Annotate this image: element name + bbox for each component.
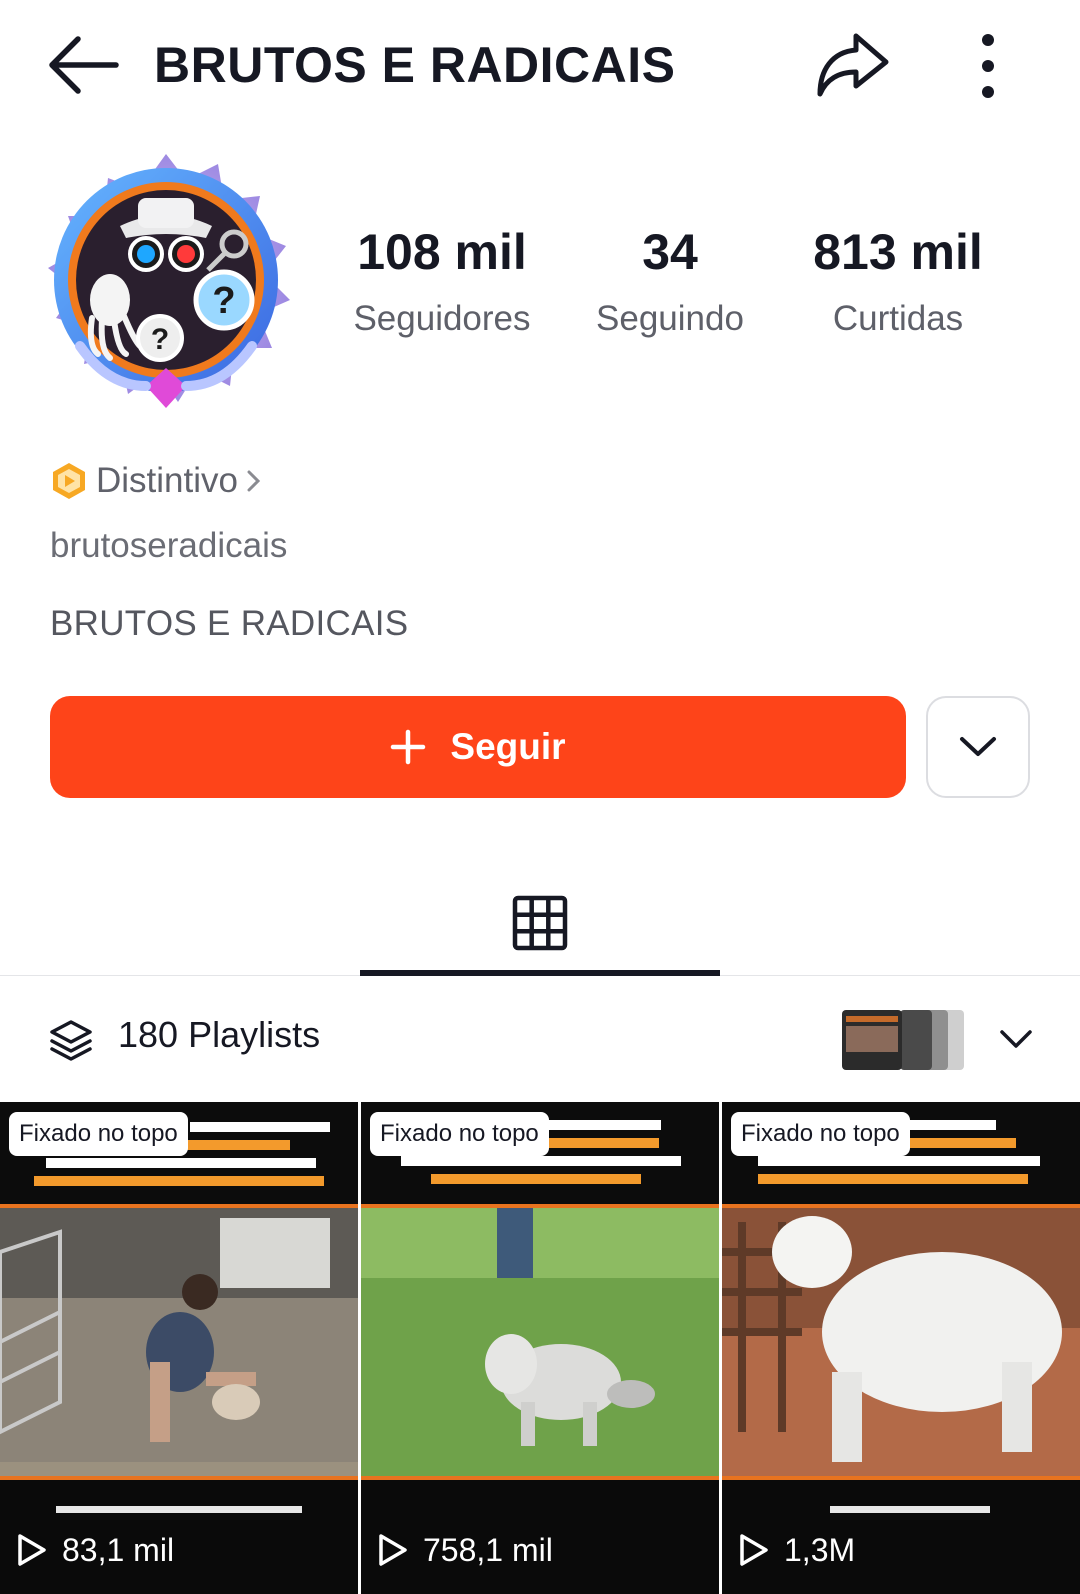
video-grid: Fixado no topo 83,1 mil Fixado no topo 7… bbox=[0, 1102, 1080, 1594]
view-count-value: 83,1 mil bbox=[62, 1531, 175, 1568]
video-thumbnail[interactable]: Fixado no topo 83,1 mil bbox=[0, 1102, 358, 1594]
badge-label: Distintivo bbox=[96, 461, 238, 500]
followers-count: 108 mil bbox=[357, 224, 527, 280]
avatar[interactable]: ? ? bbox=[28, 150, 304, 420]
view-count-value: 1,3M bbox=[784, 1531, 856, 1568]
follow-label: Seguir bbox=[450, 726, 566, 767]
profile-stats: 108 mil Seguidores 34 Seguindo 813 mil C… bbox=[330, 222, 1050, 352]
followers-label: Seguidores bbox=[353, 299, 531, 338]
plus-icon bbox=[391, 729, 426, 765]
bio: BRUTOS E RADICAIS bbox=[50, 604, 409, 643]
grid-icon bbox=[512, 895, 568, 951]
video-thumbnail-image bbox=[0, 1102, 358, 1513]
video-thumbnail-image bbox=[361, 1102, 719, 1480]
likes-stat[interactable]: 813 mil Curtidas bbox=[788, 222, 1008, 344]
tab-videos-grid[interactable] bbox=[360, 870, 720, 976]
video-thumbnail[interactable]: Fixado no topo 758,1 mil bbox=[361, 1102, 719, 1594]
view-count-value: 758,1 mil bbox=[423, 1531, 553, 1568]
badge-link[interactable]: Distintivo bbox=[50, 456, 262, 506]
active-tab-indicator bbox=[360, 970, 720, 976]
share-arrow-icon bbox=[817, 33, 889, 97]
video-thumbnail-image bbox=[722, 1102, 1080, 1513]
svg-text:?: ? bbox=[212, 280, 235, 322]
play-icon bbox=[740, 1534, 768, 1566]
view-count: 758,1 mil bbox=[375, 1526, 553, 1574]
chevron-right-icon bbox=[247, 470, 261, 492]
chevron-down-icon bbox=[960, 737, 996, 756]
play-icon bbox=[379, 1534, 407, 1566]
follow-button[interactable]: Seguir bbox=[50, 696, 906, 798]
playlist-thumbnails bbox=[842, 1010, 964, 1070]
following-count: 34 bbox=[642, 224, 698, 280]
pinned-badge: Fixado no topo bbox=[9, 1112, 188, 1156]
more-vertical-icon bbox=[982, 34, 994, 98]
arrow-left-icon bbox=[49, 36, 119, 94]
content-tabs bbox=[0, 870, 1080, 976]
view-count: 83,1 mil bbox=[14, 1526, 174, 1574]
chevron-down-icon bbox=[1000, 1030, 1032, 1048]
layers-icon bbox=[50, 1020, 92, 1061]
username: brutoseradicais bbox=[50, 526, 288, 565]
badge-icon bbox=[53, 463, 85, 499]
pinned-badge: Fixado no topo bbox=[731, 1112, 910, 1156]
likes-count: 813 mil bbox=[813, 224, 983, 280]
likes-label: Curtidas bbox=[832, 299, 964, 338]
suggestions-dropdown-button[interactable] bbox=[926, 696, 1030, 798]
view-count: 1,3M bbox=[736, 1526, 855, 1574]
followers-stat[interactable]: 108 mil Seguidores bbox=[332, 222, 552, 344]
more-options-button[interactable] bbox=[960, 30, 1016, 102]
play-icon bbox=[18, 1534, 46, 1566]
page-title: BRUTOS E RADICAIS bbox=[154, 37, 676, 93]
back-button[interactable] bbox=[44, 30, 128, 100]
video-thumbnail[interactable]: Fixado no topo 1,3M bbox=[722, 1102, 1080, 1594]
following-stat[interactable]: 34 Seguindo bbox=[560, 222, 780, 344]
share-button[interactable] bbox=[812, 28, 892, 104]
top-bar: BRUTOS E RADICAIS bbox=[0, 0, 1080, 130]
playlists-row[interactable]: 180 Playlists bbox=[0, 990, 1080, 1090]
pinned-badge: Fixado no topo bbox=[370, 1112, 549, 1156]
following-label: Seguindo bbox=[596, 299, 744, 338]
playlists-label: 180 Playlists bbox=[118, 1014, 321, 1055]
svg-text:?: ? bbox=[151, 323, 169, 356]
